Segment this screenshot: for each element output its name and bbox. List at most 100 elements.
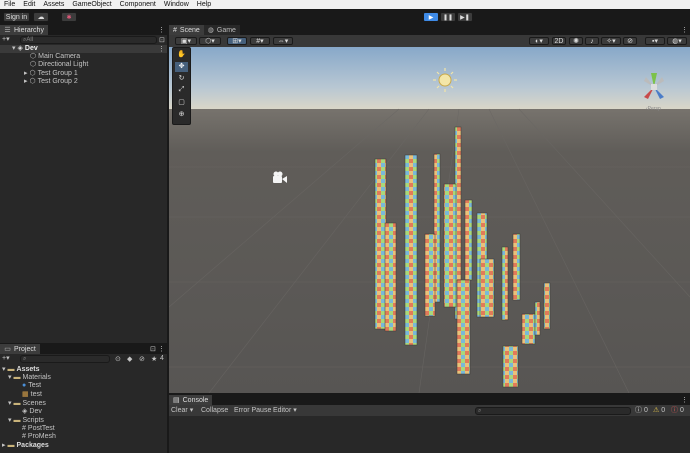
project-tree-item[interactable]: ◈ Dev (22, 408, 42, 416)
material-icon: ● (22, 382, 27, 389)
tab-console[interactable]: ▤ Console (169, 395, 213, 405)
rotate-tool-button[interactable]: ↻ (175, 74, 188, 84)
menu-component[interactable]: Component (116, 0, 160, 9)
hierarchy-item[interactable]: ▸ ⬡ Test Group 2 (24, 78, 78, 86)
scale-tool-button[interactable]: ⤢ (175, 86, 188, 96)
console-tab-label: Console (182, 396, 209, 404)
menu-file[interactable]: File (0, 0, 19, 9)
project-search-input[interactable]: ⌕ (20, 355, 110, 363)
project-tree-item[interactable]: ▾ ▬ Assets (2, 366, 39, 374)
star-icon[interactable]: ★ (151, 355, 157, 363)
kebab-menu-icon[interactable]: ⋮ (681, 26, 688, 34)
hierarchy-scene-row[interactable]: ▾ ◈ Dev (0, 45, 167, 53)
visibility-icon[interactable]: ⊘ (139, 355, 145, 363)
error-count-toggle[interactable]: ⓘ 0 (671, 407, 684, 415)
lighting-button[interactable]: ✺ (569, 37, 583, 45)
project-tree-item[interactable]: ▾ ▬ Materials (8, 374, 51, 382)
lock-icon[interactable]: ⊡ (159, 36, 165, 44)
mode-2d-button[interactable]: 2D (552, 37, 566, 45)
filter-type-icon[interactable]: ⊙ (115, 355, 121, 363)
project-tree-item[interactable]: ▾ ▬ Scripts (8, 417, 44, 425)
move-icon: ✥ (178, 63, 185, 70)
log-count-toggle[interactable]: ⓘ 0 (635, 407, 648, 415)
error-icon: ⓘ (671, 407, 678, 414)
hierarchy-add-button[interactable]: +▾ (2, 36, 10, 44)
project-tree-item[interactable]: # PostTest (22, 425, 55, 433)
menu-edit[interactable]: Edit (19, 0, 39, 9)
project-add-button[interactable]: +▾ (2, 355, 10, 363)
project-tree-item[interactable]: # ProMesh (22, 433, 56, 441)
draw-mode-button[interactable]: ▣▾ (175, 37, 197, 45)
gizmo-cube-button[interactable]: ⬡▾ (199, 37, 221, 45)
pivot-button[interactable]: ⊞▾ (227, 37, 247, 45)
project-panel: ▭ Project ⊡ ⋮ +▾ ⌕ ⊙ ◆ ⊘ ★ 4 ▾ ▬ Assets … (0, 344, 167, 453)
step-button[interactable]: ▶❚ (457, 12, 473, 22)
console-search-input[interactable]: ⌕ (475, 407, 631, 415)
project-tree-item[interactable]: ● Test (22, 382, 41, 390)
tree-item-label: Scenes (22, 400, 46, 407)
kebab-menu-icon[interactable]: ⋮ (681, 396, 688, 404)
hierarchy-item-label: Test Group 1 (37, 70, 78, 77)
audio-button[interactable]: ♪ (585, 37, 599, 45)
log-count: 0 (644, 407, 648, 414)
warning-count-toggle[interactable]: ⚠ 0 (653, 407, 665, 415)
hidden-packages-count: 4 (160, 355, 164, 362)
error-pause-button[interactable]: Error Pause (234, 407, 271, 415)
hidden-objects-button[interactable]: ⊘ (623, 37, 637, 45)
kebab-menu-icon[interactable]: ⋮ (158, 345, 165, 353)
hierarchy-search-input[interactable]: ⌕ All (20, 36, 157, 44)
main-toolbar: Sign in ☁ ✱ ▶ ❚❚ ▶❚ (0, 9, 690, 25)
play-button[interactable]: ▶ (423, 12, 439, 22)
filter-label-icon[interactable]: ◆ (127, 355, 132, 363)
hierarchy-item[interactable]: ▸ ⬡ Test Group 1 (24, 70, 78, 78)
menu-help[interactable]: Help (193, 0, 215, 9)
scene-kebab-icon[interactable]: ⋮ (158, 45, 165, 53)
transform-tool-button[interactable]: ⊕ (175, 110, 188, 120)
sign-in-button[interactable]: Sign in (3, 12, 30, 22)
project-tree-item[interactable]: ▸ ▬ Packages (2, 442, 49, 450)
lock-icon[interactable]: ⊡ (150, 345, 156, 353)
hierarchy-item[interactable]: ⬡ Directional Light (30, 61, 88, 69)
folder-icon: ▬ (13, 400, 21, 407)
expand-arrow-icon: ▾ (8, 417, 12, 424)
project-tree-item[interactable]: ▦ test (22, 391, 42, 399)
hand-tool-button[interactable]: ✋ (175, 50, 188, 60)
folder-icon: ▬ (13, 417, 21, 424)
menu-window[interactable]: Window (160, 0, 193, 9)
rect-tool-button[interactable]: ▢ (175, 98, 188, 108)
eye-slash-icon: ⊘ (627, 38, 633, 45)
folder-icon: ▬ (13, 374, 21, 381)
gizmos-button[interactable]: ◍▾ (667, 37, 687, 45)
move-tool-button[interactable]: ✥ (175, 62, 188, 72)
tab-scene[interactable]: # Scene (169, 25, 204, 35)
step-icon: ▶❚ (460, 14, 470, 21)
sphere-icon: ◐▾ (535, 38, 543, 45)
cloud-button[interactable]: ☁ (33, 12, 49, 22)
clear-button[interactable]: Clear ▾ (171, 407, 193, 415)
collab-icon: ✱ (66, 14, 72, 21)
expand-arrow-icon: ▾ (2, 366, 6, 373)
gameobject-cube-icon: ⬡ (30, 61, 37, 68)
pause-button[interactable]: ❚❚ (440, 12, 456, 22)
collab-button[interactable]: ✱ (61, 12, 77, 22)
increment-snap-button[interactable]: ⇔▾ (273, 37, 293, 45)
menu-gameobject[interactable]: GameObject (68, 0, 115, 9)
menu-assets[interactable]: Assets (39, 0, 68, 9)
tab-hierarchy[interactable]: ☰ Hierarchy (0, 25, 48, 35)
project-tree-item[interactable]: ▾ ▬ Scenes (8, 400, 46, 408)
plus-icon: +▾ (2, 355, 10, 362)
shading-button[interactable]: ◐▾ (529, 37, 549, 45)
camera-button[interactable]: ▪▾ (645, 37, 665, 45)
tab-game[interactable]: ◍ Game (203, 25, 240, 35)
editor-target-button[interactable]: Editor ▾ (273, 407, 297, 415)
grid-snap-button[interactable]: #▾ (250, 37, 270, 45)
scene-viewport[interactable]: ‹Persp ✋ ✥ ↻ ⤢ ▢ ⊕ (169, 47, 690, 393)
draw-mode-icon: ▣▾ (180, 38, 192, 45)
console-tabbar: ▤ Console (169, 395, 690, 405)
hierarchy-item[interactable]: ⬡ Main Camera (30, 53, 80, 61)
collapse-button[interactable]: Collapse (201, 407, 228, 415)
kebab-menu-icon[interactable]: ⋮ (158, 26, 165, 34)
effects-button[interactable]: ✧▾ (601, 37, 621, 45)
cube-icon: ⬡▾ (205, 38, 215, 45)
tab-project[interactable]: ▭ Project (0, 344, 40, 354)
